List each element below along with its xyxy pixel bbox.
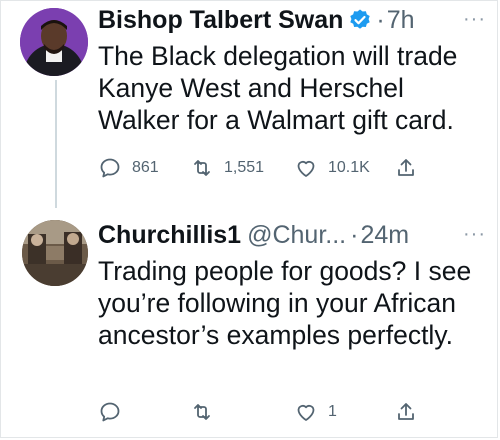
- share-button[interactable]: [394, 400, 418, 424]
- timestamp[interactable]: 7h: [387, 6, 415, 35]
- tweet-text: The Black delegation will trade Kanye We…: [98, 41, 458, 135]
- like-button[interactable]: 10.1K: [294, 156, 370, 180]
- heart-icon: [297, 160, 315, 177]
- retweet-count: 1,551: [224, 159, 265, 176]
- tweet-text: Trading people for goods? I see you’re f…: [98, 256, 472, 350]
- reply-icon: [100, 402, 120, 422]
- retweet-icon: [194, 404, 210, 420]
- timestamp[interactable]: 24m: [360, 221, 409, 250]
- separator-dot: ·: [350, 220, 359, 249]
- reply-button[interactable]: [98, 400, 122, 424]
- tweet-actions: 861 1,551 10.1K: [98, 156, 500, 186]
- user-handle[interactable]: @Chur...: [247, 221, 346, 250]
- tweet-original[interactable]: Bishop Talbert Swan · 7h ··· The Black d…: [0, 0, 500, 215]
- tweet-header: Bishop Talbert Swan · 7h: [98, 2, 490, 38]
- display-name[interactable]: Bishop Talbert Swan: [98, 6, 343, 35]
- share-icon: [398, 159, 414, 176]
- avatar-photo-image: [22, 220, 88, 286]
- retweet-icon: [194, 160, 210, 176]
- reply-icon: [100, 158, 120, 178]
- tweet-reply[interactable]: Churchillis1 @Chur... · 24m ··· Trading …: [0, 215, 500, 440]
- display-name[interactable]: Churchillis1: [98, 221, 241, 250]
- reply-button[interactable]: 861: [98, 156, 159, 180]
- avatar-portrait-image: [20, 8, 88, 76]
- reply-count: 861: [132, 159, 159, 176]
- more-icon[interactable]: ···: [463, 223, 486, 246]
- separator-dot: ·: [376, 5, 385, 34]
- like-count: 10.1K: [328, 159, 370, 176]
- tweet-header: Churchillis1 @Chur... · 24m: [98, 217, 490, 253]
- like-button[interactable]: 1: [294, 400, 337, 424]
- tweet-actions: 1: [98, 400, 500, 430]
- retweet-button[interactable]: 1,551: [190, 156, 264, 180]
- share-button[interactable]: [394, 156, 418, 180]
- retweet-button[interactable]: [190, 400, 214, 424]
- share-icon: [398, 403, 414, 420]
- heart-icon: [297, 404, 315, 421]
- more-icon[interactable]: ···: [463, 8, 486, 31]
- avatar[interactable]: [20, 8, 88, 76]
- avatar[interactable]: [22, 220, 88, 286]
- verified-badge-icon: [348, 8, 372, 32]
- like-count: 1: [328, 403, 337, 420]
